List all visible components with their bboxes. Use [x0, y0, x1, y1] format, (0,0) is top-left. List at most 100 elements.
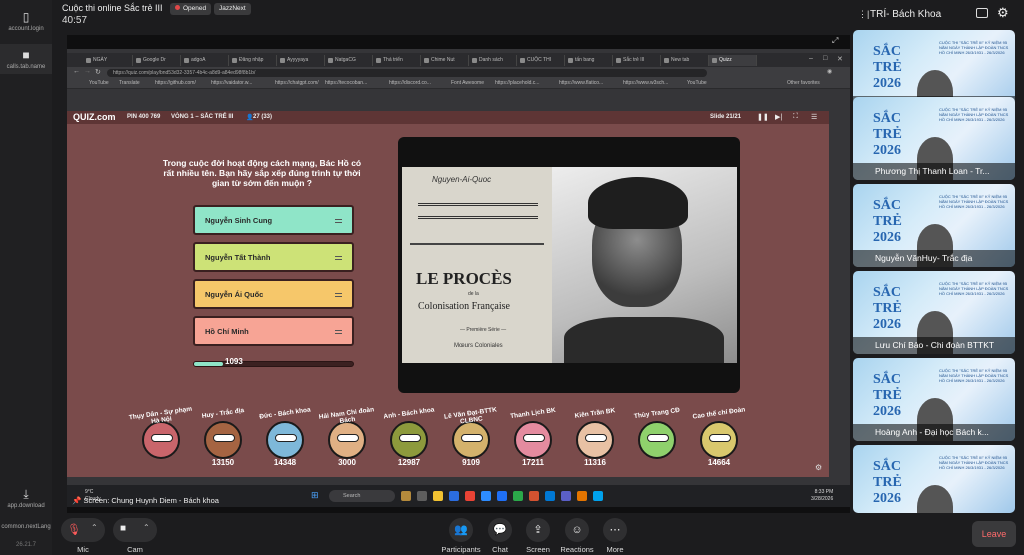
avatar-eyes	[399, 434, 421, 442]
settings-gear-icon[interactable]: ⚙	[997, 5, 1009, 21]
browser-tab[interactable]: Đăng nhập	[229, 55, 277, 66]
answer-option[interactable]: Nguyễn Tất Thành	[193, 242, 354, 272]
browser-tab[interactable]: Ayyyyaya	[277, 55, 325, 66]
app-icon[interactable]	[401, 491, 411, 501]
close-icon[interactable]: ✕	[837, 55, 843, 63]
browser-tab[interactable]: CUỘC THI	[517, 55, 565, 66]
answer-label: Nguyễn Tất Thành	[205, 253, 271, 262]
skip-icon[interactable]: ▶|	[775, 113, 782, 121]
browser-tab[interactable]: Chime Nut	[421, 55, 469, 66]
app-icon[interactable]	[417, 491, 427, 501]
bookmark[interactable]: https://vaidator.w...	[211, 80, 252, 86]
bookmark[interactable]: https://www.flatico...	[559, 80, 603, 86]
settings-icon[interactable]: ⚙	[815, 463, 822, 472]
folder-icon[interactable]	[433, 491, 443, 501]
bookmark[interactable]: https://github.com/	[155, 80, 196, 86]
participant-tile[interactable]: SẮC TRẺ 2026 CUỘC THI "SẮC TRẺ III" KỶ NI…	[853, 184, 1015, 267]
browser-tab[interactable]: NGÀY	[83, 55, 133, 66]
chat-extension-icon[interactable]: ◉	[827, 68, 832, 75]
player-avatar	[576, 421, 614, 459]
portrait-photo	[552, 167, 737, 363]
book-title: LE PROCÈS	[416, 269, 512, 288]
chevron-up-icon[interactable]: ⌃	[91, 523, 98, 532]
status-badge[interactable]: Opened	[170, 3, 212, 15]
bookmark[interactable]: https://www.w3sch...	[623, 80, 668, 86]
calls-button[interactable]: ■ calls.tab.name	[0, 44, 52, 74]
expand-screen-icon[interactable]: ⤢	[832, 36, 838, 46]
powerpoint-icon[interactable]	[529, 491, 539, 501]
answer-option[interactable]: Hồ Chí Minh	[193, 316, 354, 346]
quiz-logo[interactable]: QUIZ.com	[73, 112, 116, 122]
browser-tab[interactable]: adgoA	[181, 55, 229, 66]
quiz-header: QUIZ.com PIN 400 769 VÒNG 1 – SẮC TRẺ II…	[67, 111, 829, 124]
bookmark[interactable]: Translate	[119, 80, 140, 86]
browser-tab[interactable]: tấn bang	[565, 55, 613, 66]
bookmark[interactable]: https://placehold.c...	[495, 80, 539, 86]
drag-handle-icon[interactable]	[335, 293, 342, 294]
teams-icon[interactable]	[561, 491, 571, 501]
bookmark[interactable]: YouTube	[89, 80, 109, 86]
answer-option[interactable]: Nguyễn Ái Quốc	[193, 279, 354, 309]
app-icon[interactable]	[577, 491, 587, 501]
browser-tab[interactable]: Sắc trẻ III	[613, 55, 661, 66]
browser-tab[interactable]: New tab	[661, 55, 709, 66]
browser-tabstrip: NGÀY Google Dr adgoA Đăng nhập Ayyyyaya …	[67, 53, 850, 67]
participant-tile[interactable]: SẮC TRẺ 2026 CUỘC THI "SẮC TRẺ III" KỶ NI…	[853, 271, 1015, 354]
browser-tab[interactable]: Danh sách	[469, 55, 517, 66]
camera-toggle[interactable]: ■ ⌃	[113, 518, 157, 542]
excel-icon[interactable]	[513, 491, 523, 501]
reactions-label: Reactions	[560, 545, 594, 554]
participants-label: Participants	[441, 545, 481, 554]
back-icon[interactable]: ←	[73, 68, 80, 75]
bookmark[interactable]: https://tecocoban...	[325, 80, 367, 86]
bookmark-folder[interactable]: Other favorites	[787, 80, 820, 86]
reload-icon[interactable]: ↻	[95, 68, 101, 76]
smiley-icon: ☺	[565, 518, 589, 542]
drag-handle-icon[interactable]	[335, 219, 342, 220]
mic-toggle[interactable]: 🎙 ⌃	[61, 518, 105, 542]
host-badge[interactable]: JazzNext	[214, 3, 251, 15]
browser-tab[interactable]: Google Dr	[133, 55, 181, 66]
bookmark[interactable]: https://chatgpt.com/	[275, 80, 319, 86]
more-button[interactable]: ⋯ More	[593, 518, 637, 554]
browser-tab[interactable]: NatgaCG	[325, 55, 373, 66]
bookmark[interactable]: https://discord.co...	[389, 80, 431, 86]
bookmark[interactable]: YouTube	[687, 80, 707, 86]
fullscreen-icon[interactable]: ⛶	[793, 113, 798, 121]
player-avatar	[204, 421, 242, 459]
participant-tile[interactable]: SẮC TRẺ 2026 CUỘC THI "SẮC TRẺ III" KỶ NI…	[853, 445, 1015, 513]
browser-tab-active[interactable]: Quizz	[709, 55, 757, 66]
download-button[interactable]: ⤓ app.download	[0, 487, 52, 509]
pause-icon[interactable]: ❚❚	[757, 113, 769, 121]
minimize-icon[interactable]: –	[809, 55, 813, 62]
participants-button[interactable]: 👥 Participants	[439, 518, 483, 554]
zalo-icon[interactable]	[593, 491, 603, 501]
app-icon[interactable]	[481, 491, 491, 501]
word-icon[interactable]	[497, 491, 507, 501]
url-field[interactable]: https://quiz.com/play/bnd53d32-3357-4b4c…	[107, 69, 707, 77]
participant-tile[interactable]: SẮC TRẺ 2026 CUỘC THI "SẮC TRẺ III" KỶ NI…	[853, 97, 1015, 180]
edge-icon[interactable]	[449, 491, 459, 501]
app-icon[interactable]	[545, 491, 555, 501]
drag-handle-icon[interactable]	[335, 256, 342, 257]
account-button[interactable]: ▯ account.login	[0, 10, 52, 32]
screen-share-button[interactable]: ⇪ Screen	[516, 518, 560, 554]
participant-name: Nguyễn VănHuy- Trắc địa	[853, 250, 1015, 267]
forward-icon[interactable]: →	[84, 68, 91, 75]
taskbar-clock[interactable]: 8:33 PM 3/28/2026	[811, 489, 833, 503]
participant-tile[interactable]: SẮC TRẺ 2026 CUỘC THI "SẮC TRẺ III" KỶ NI…	[853, 358, 1015, 441]
chevron-up-icon[interactable]: ⌃	[143, 523, 150, 532]
windows-start-icon[interactable]: ⊞	[311, 490, 319, 501]
leave-button[interactable]: Leave	[972, 521, 1016, 547]
menu-icon[interactable]: ☰	[811, 113, 817, 121]
drag-handle-icon[interactable]	[335, 330, 342, 331]
player-avatar	[452, 421, 490, 459]
browser-tab[interactable]: Thá triển	[373, 55, 421, 66]
chrome-icon[interactable]	[465, 491, 475, 501]
taskbar-search[interactable]: Search	[329, 490, 395, 502]
answer-option[interactable]: Nguyễn Sinh Cung	[193, 205, 354, 235]
bookmark[interactable]: Font Awesome	[451, 80, 484, 86]
participants-view-icon[interactable]	[976, 8, 988, 18]
maximize-icon[interactable]: □	[823, 55, 827, 62]
avatar-eyes	[461, 434, 483, 442]
